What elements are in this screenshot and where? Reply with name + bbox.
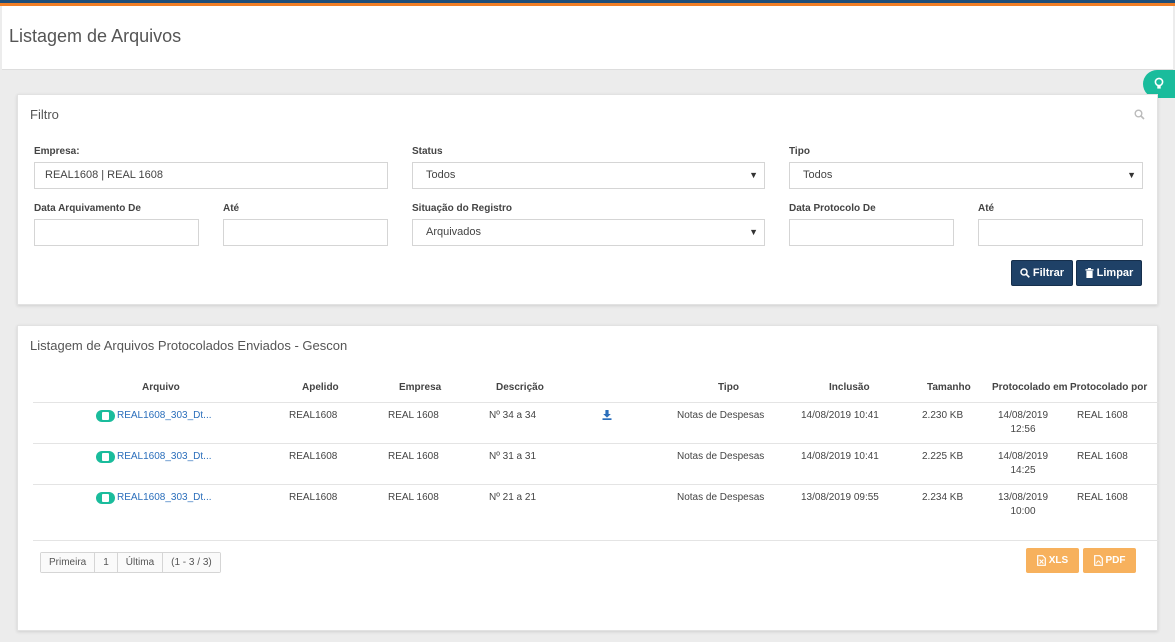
col-tipo[interactable]: Tipo [718,382,739,393]
situacao-label: Situação do Registro [412,203,513,214]
page-header: Listagem de Arquivos [2,6,1173,70]
situacao-select-value: Arquivados [426,226,482,238]
protocolado-time: 12:56 [1010,424,1036,435]
ate-label-2: Até [978,203,995,214]
descricao-cell: Nº 34 a 34 [489,410,537,421]
file-pdf-icon [1093,555,1103,566]
col-tamanho[interactable]: Tamanho [927,382,971,393]
list-panel: Listagem de Arquivos Protocolados Enviad… [17,325,1159,631]
page-title: Listagem de Arquivos [9,26,182,46]
arquivo-link[interactable]: REAL1608_303_Dt... [117,450,212,464]
col-arquivo[interactable]: Arquivo [142,382,180,393]
apelido-cell: REAL1608 [289,492,338,503]
tipo-select-value: Todos [803,169,833,181]
pager-first[interactable]: Primeira [41,553,96,572]
export-xls-button[interactable]: XLS [1026,548,1079,573]
file-icon[interactable] [96,492,115,504]
tamanho-cell: 2.230 KB [922,410,964,421]
col-inclusao[interactable]: Inclusão [829,382,870,393]
arquivo-link[interactable]: REAL1608_303_Dt... [117,409,212,423]
protocolado-date: 14/08/2019 [997,410,1049,421]
data-arquivamento-de-input[interactable] [34,219,199,246]
protocolado-date: 14/08/2019 [997,451,1049,462]
arquivo-link[interactable]: REAL1608_303_Dt... [117,491,212,505]
col-apelido[interactable]: Apelido [302,382,339,393]
descricao-cell: Nº 31 a 31 [489,451,537,462]
empresa-cell: REAL 1608 [388,451,439,462]
protocolado-time: 14:25 [1010,465,1036,476]
empresa-cell: REAL 1608 [388,492,439,503]
tipo-label: Tipo [789,146,810,157]
status-label: Status [412,146,443,157]
filtrar-label: Filtrar [1032,267,1065,279]
inclusao-cell: 14/08/2019 10:41 [801,410,879,421]
pagination: Primeira 1 Última (1 - 3 / 3) [40,552,221,573]
tipo-cell: Notas de Despesas [677,410,765,421]
data-protocolo-de-label: Data Protocolo De [789,203,876,214]
protocolado-em-cell: 14/08/2019 12:56 [993,409,1053,437]
protocolado-em-cell: 13/08/2019 10:00 [993,491,1053,519]
protocolado-time: 10:00 [1010,506,1036,517]
col-descricao[interactable]: Descrição [496,382,544,393]
caret-down-icon: ▼ [749,170,758,180]
filter-panel: Filtro Empresa: REAL1608 | REAL 1608 Sta… [17,94,1158,305]
file-icon[interactable] [96,451,115,463]
file-excel-icon [1036,555,1046,566]
protocolado-por-cell: REAL 1608 [1077,410,1128,421]
empresa-label: Empresa: [34,146,80,157]
col-protocolado-por[interactable]: Protocolado por [1070,382,1147,393]
search-icon [1020,268,1030,278]
search-icon[interactable] [1134,109,1145,120]
table-header-divider [33,402,1159,403]
protocolado-date: 13/08/2019 [997,492,1049,503]
lightbulb-icon [1154,77,1164,89]
empresa-cell: REAL 1608 [388,410,439,421]
status-select-value: Todos [426,169,456,181]
situacao-select[interactable]: Arquivados ▼ [412,219,765,246]
tamanho-cell: 2.225 KB [922,451,964,462]
tamanho-cell: 2.234 KB [922,492,964,503]
tipo-cell: Notas de Despesas [677,492,765,503]
list-title: Listagem de Arquivos Protocolados Enviad… [30,338,348,353]
pager-page-1[interactable]: 1 [95,553,118,572]
ate-label-1: Até [223,203,240,214]
filtrar-button[interactable]: Filtrar [1011,260,1073,286]
trash-icon [1085,268,1094,278]
pager-range: (1 - 3 / 3) [163,553,220,572]
apelido-cell: REAL1608 [289,451,338,462]
caret-down-icon: ▼ [1127,170,1136,180]
tipo-cell: Notas de Despesas [677,451,765,462]
data-arquivamento-de-label: Data Arquivamento De [34,203,141,214]
status-select[interactable]: Todos ▼ [412,162,765,189]
limpar-button[interactable]: Limpar [1076,260,1142,286]
col-empresa[interactable]: Empresa [399,382,441,393]
protocolado-por-cell: REAL 1608 [1077,451,1128,462]
empresa-input[interactable]: REAL1608 | REAL 1608 [34,162,388,189]
data-protocolo-de-input[interactable] [789,219,954,246]
ate-input-2[interactable] [978,219,1143,246]
export-pdf-button[interactable]: PDF [1083,548,1136,573]
pdf-label: PDF [1105,555,1126,566]
limpar-label: Limpar [1096,267,1134,279]
protocolado-em-cell: 14/08/2019 14:25 [993,450,1053,478]
filter-title: Filtro [30,107,59,122]
row-divider [33,443,1159,444]
xls-label: XLS [1048,555,1069,566]
row-divider [33,484,1159,485]
file-icon[interactable] [96,410,115,422]
apelido-cell: REAL1608 [289,410,338,421]
protocolado-por-cell: REAL 1608 [1077,492,1128,503]
caret-down-icon: ▼ [749,227,758,237]
inclusao-cell: 14/08/2019 10:41 [801,451,879,462]
tipo-select[interactable]: Todos ▼ [789,162,1143,189]
ate-input-1[interactable] [223,219,388,246]
inclusao-cell: 13/08/2019 09:55 [801,492,879,503]
download-icon[interactable] [602,410,612,420]
descricao-cell: Nº 21 a 21 [489,492,537,503]
pager-last[interactable]: Última [117,553,164,572]
col-protocolado-em[interactable]: Protocolado em [992,382,1068,393]
table-footer-divider [33,540,1159,541]
